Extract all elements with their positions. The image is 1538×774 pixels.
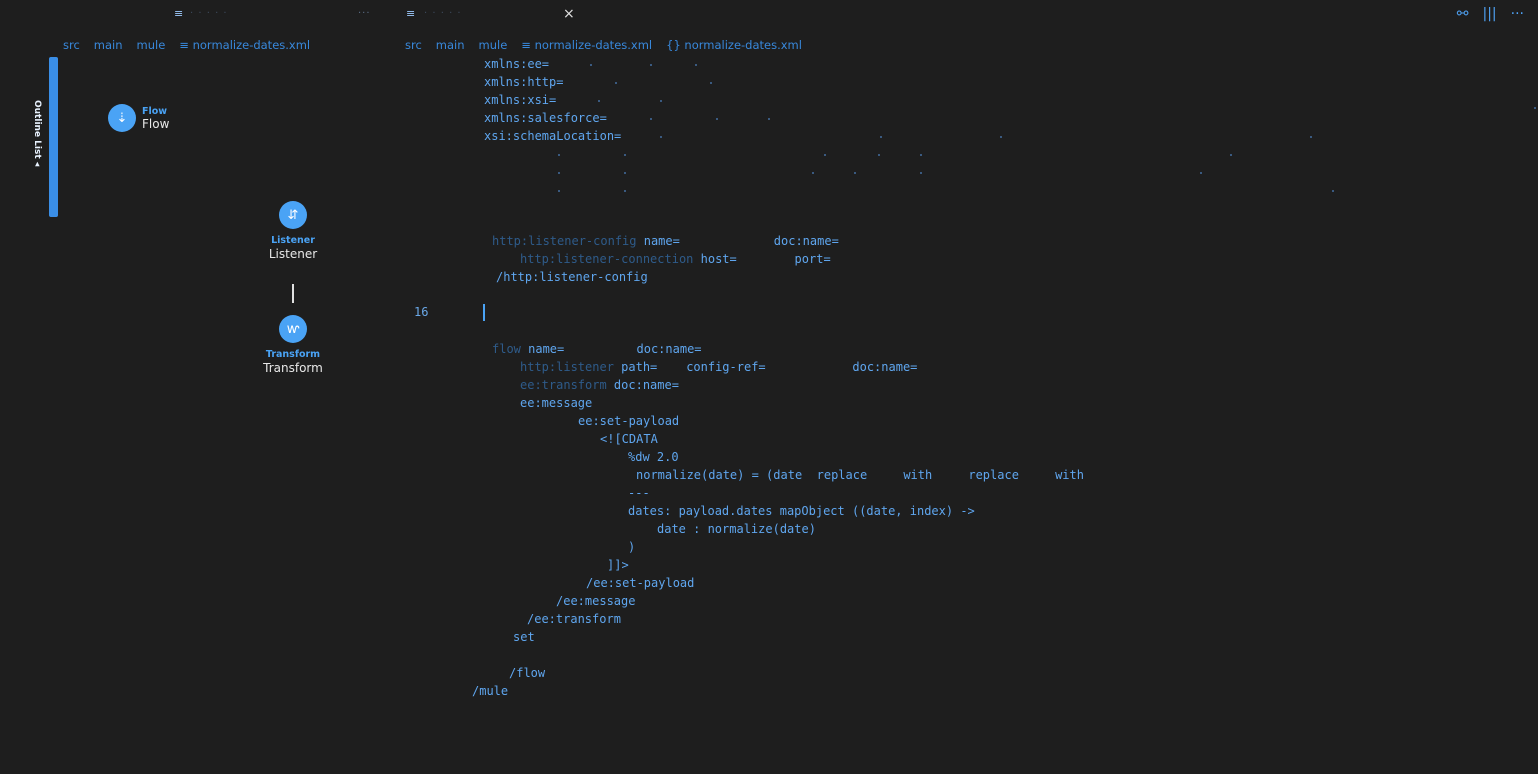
breadcrumb-right: src main mule ≡ normalize-dates.xml {} n… (405, 38, 802, 52)
code-line[interactable]: ]]> (607, 558, 629, 572)
code-fn: normalize(date) = (date (636, 468, 803, 482)
close-icon[interactable]: × (563, 6, 575, 22)
code-line[interactable]: /flow (509, 666, 545, 680)
code-line[interactable]: xmlns:http= (484, 75, 563, 89)
more-icon[interactable]: ··· (1511, 6, 1524, 22)
breadcrumb-item[interactable]: ≡ normalize-dates.xml (521, 38, 652, 52)
breadcrumb-item[interactable]: main (436, 38, 465, 52)
breadcrumb-item[interactable]: mule (479, 38, 508, 52)
code-attr: config-ref= (686, 360, 766, 374)
listener-node[interactable]: ⇵ Listener Listener (262, 201, 324, 261)
code-line[interactable]: ee:transform doc:name= (520, 378, 679, 392)
transform-icon: ⱳ (279, 315, 307, 343)
code-line[interactable]: xsi:schemaLocation= (484, 129, 621, 143)
code-line[interactable]: http:listener-config name= doc:name= (492, 234, 839, 248)
breadcrumb-item[interactable]: src (63, 38, 80, 52)
breadcrumb-item[interactable]: main (94, 38, 123, 52)
file-tab-icon[interactable]: ≡ (174, 7, 183, 20)
code-line[interactable]: flow name= doc:name= (492, 342, 702, 356)
code-line[interactable]: date : normalize(date) (657, 522, 816, 536)
code-line[interactable]: xmlns:ee= (484, 57, 549, 71)
code-attr: path= (621, 360, 658, 374)
breadcrumb-item[interactable]: {} normalize-dates.xml (666, 38, 802, 52)
tab-bar: ≡ · · · · · ··· ≡ · · · · · × ⚯ ||| ··· (0, 0, 1538, 32)
outline-list-label: Outline List ◂ (32, 100, 42, 167)
flow-type: Flow (142, 105, 168, 117)
breadcrumb-item[interactable]: src (405, 38, 422, 52)
tab-faint-label-active: · · · · · (424, 8, 462, 19)
transform-node[interactable]: ⱳ Transform Transform (258, 315, 328, 375)
code-line[interactable]: normalize(date) = (date replace with rep… (636, 468, 1084, 482)
connector-line (292, 284, 294, 303)
flow-node[interactable]: ⇣ Flow Flow (108, 104, 169, 132)
editor-actions: ⚯ ||| ··· (1457, 6, 1524, 22)
code-line[interactable]: /ee:set-payload (586, 576, 694, 590)
code-attr: doc:name= (613, 378, 679, 392)
tab-faint-label: · · · · · (190, 8, 228, 19)
code-line[interactable]: /mule (472, 684, 508, 698)
code-line[interactable]: /ee:message (556, 594, 635, 608)
code-line[interactable]: /http:listener-config (496, 270, 648, 284)
code-line[interactable]: ) (628, 540, 635, 554)
listener-type: Listener (271, 235, 315, 246)
code-line[interactable]: ee:set-payload (578, 414, 679, 428)
code-line[interactable]: %dw 2.0 (628, 450, 679, 464)
code-kw: replace (816, 468, 868, 482)
listener-icon: ⇵ (279, 201, 307, 229)
code-attr: host= (700, 252, 737, 266)
breadcrumb-item[interactable]: ≡ normalize-dates.xml (179, 38, 310, 52)
code-line[interactable]: xmlns:salesforce= (484, 111, 607, 125)
text-cursor (483, 304, 485, 321)
flow-name: Flow (142, 116, 170, 131)
code-attr: port= (794, 252, 831, 266)
listener-name: Listener (268, 247, 318, 261)
breadcrumb-item[interactable]: mule (137, 38, 166, 52)
diagram-icon[interactable]: ⚯ (1457, 6, 1469, 22)
code-line[interactable]: ee:message (520, 396, 592, 410)
code-kw: with (1055, 468, 1084, 482)
tab-more-icon[interactable]: ··· (358, 8, 371, 19)
code-line[interactable]: --- (628, 486, 650, 500)
breadcrumb-left: src main mule ≡ normalize-dates.xml (63, 38, 310, 52)
outline-list-tab[interactable] (49, 57, 58, 217)
code-attr: name= (643, 234, 680, 248)
file-tab-icon-active[interactable]: ≡ (406, 7, 415, 20)
code-attr: name= (528, 342, 565, 356)
transform-name: Transform (263, 361, 323, 375)
flow-icon: ⇣ (108, 104, 136, 132)
code-line[interactable]: set (513, 630, 535, 644)
line-number: 16 (414, 305, 429, 319)
code-line[interactable]: http:listener path= config-ref= doc:name… (520, 360, 917, 374)
code-line[interactable]: <![CDATA (600, 432, 658, 446)
code-attr: doc:name= (773, 234, 839, 248)
columns-icon[interactable]: ||| (1482, 6, 1496, 22)
code-line[interactable]: xmlns:xsi= (484, 93, 556, 107)
code-line[interactable]: http:listener-connection host= port= (520, 252, 831, 266)
transform-type: Transform (265, 349, 321, 360)
code-attr: doc:name= (852, 360, 918, 374)
code-attr: doc:name= (636, 342, 702, 356)
code-line[interactable]: dates: payload.dates mapObject ((date, i… (628, 504, 975, 518)
code-line[interactable]: /ee:transform (527, 612, 621, 626)
code-kw: replace (968, 468, 1019, 482)
code-kw: with (903, 468, 933, 482)
